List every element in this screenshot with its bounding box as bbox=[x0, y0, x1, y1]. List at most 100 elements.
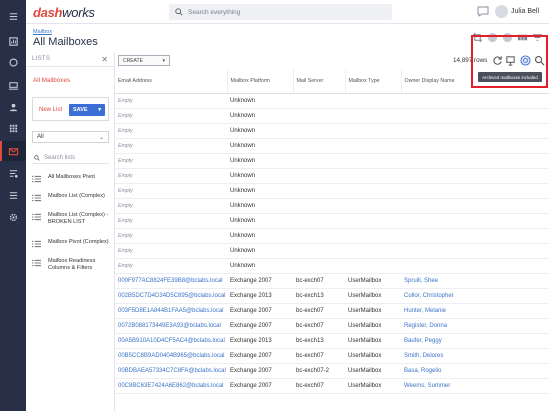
table-row[interactable]: 0072B088173449E3A93@bclabs.local Exchange… bbox=[115, 318, 549, 334]
list-item[interactable]: All Mailboxes Pivot bbox=[32, 174, 112, 183]
table-cell[interactable]: Empty bbox=[115, 108, 227, 124]
table-cell[interactable] bbox=[401, 198, 549, 214]
table-cell[interactable] bbox=[401, 228, 549, 244]
list-filter-select[interactable]: All ⌄ bbox=[32, 131, 109, 143]
global-search-input[interactable] bbox=[188, 8, 378, 16]
column-header[interactable]: Owner Display Name bbox=[401, 69, 549, 94]
table-cell[interactable]: Empty bbox=[115, 228, 227, 244]
table-cell[interactable]: Empty bbox=[115, 93, 227, 109]
table-row[interactable]: Empty Unknown bbox=[115, 198, 549, 214]
table-row[interactable]: Empty Unknown bbox=[115, 258, 549, 274]
app-logo[interactable]: dashworks bbox=[33, 5, 95, 20]
table-cell[interactable]: Spruill, Shee bbox=[401, 273, 549, 289]
table-cell[interactable] bbox=[401, 168, 549, 184]
search-lists[interactable]: Search lists bbox=[32, 152, 109, 164]
create-button[interactable]: CREATE ▾ bbox=[118, 55, 170, 66]
avatar[interactable] bbox=[495, 5, 508, 18]
table-cell[interactable] bbox=[401, 183, 549, 199]
table-cell[interactable]: Empty bbox=[115, 168, 227, 184]
table-cell[interactable] bbox=[401, 153, 549, 169]
table-row[interactable]: Empty Unknown bbox=[115, 138, 549, 154]
table-cell[interactable] bbox=[401, 138, 549, 154]
table-row[interactable]: 00BDBAEA57334C7C8FA@bclabs.local Exchange… bbox=[115, 363, 549, 379]
table-container[interactable]: Email Address Mailbox Platform Mail Serv… bbox=[115, 69, 549, 411]
mail-icon[interactable] bbox=[0, 141, 26, 161]
breadcrumb[interactable]: Mailbox bbox=[33, 29, 52, 35]
table-cell[interactable]: 00C8BC63E7424A6E862@bclabs.local bbox=[115, 378, 227, 394]
table-cell[interactable]: Empty bbox=[115, 258, 227, 274]
table-cell[interactable]: 00B5CC8B9AD0404B965@bclabs.local bbox=[115, 348, 227, 364]
column-header[interactable]: Mailbox Platform bbox=[227, 69, 294, 94]
chat-icon[interactable] bbox=[477, 6, 489, 17]
table-row[interactable]: Empty Unknown bbox=[115, 213, 549, 229]
list-item[interactable]: Mailbox Pivot (Complex) bbox=[32, 239, 112, 248]
table-cell[interactable]: Empty bbox=[115, 243, 227, 259]
table-cell[interactable]: Hunter, Melanie bbox=[401, 303, 549, 319]
table-cell[interactable]: Empty bbox=[115, 198, 227, 214]
table-cell bbox=[293, 243, 345, 259]
table-cell[interactable] bbox=[401, 213, 549, 229]
table-row[interactable]: Empty Unknown bbox=[115, 228, 549, 244]
table-row[interactable]: Empty Unknown bbox=[115, 168, 549, 184]
table-row[interactable]: 003F5D8E1A844B1FAA5@bclabs.local Exchange… bbox=[115, 303, 549, 319]
table-cell[interactable]: 002B5DC7D4D34D5C895@bclabs.local bbox=[115, 288, 227, 304]
table-row[interactable]: 00C8BC63E7424A6E862@bclabs.local Exchange… bbox=[115, 378, 549, 394]
table-cell[interactable]: Empty bbox=[115, 153, 227, 169]
dashboard-icon[interactable] bbox=[0, 31, 26, 51]
settings-icon[interactable] bbox=[0, 207, 26, 227]
list-item[interactable]: Mailbox List (Complex) - BROKEN LIST bbox=[32, 212, 112, 226]
column-header[interactable]: Mailbox Type bbox=[345, 69, 402, 94]
table-row[interactable]: Empty Unknown bbox=[115, 153, 549, 169]
table-cell: UserMailbox bbox=[345, 303, 401, 319]
table-row[interactable]: Empty Unknown bbox=[115, 93, 549, 109]
column-header[interactable]: Mail Server bbox=[293, 69, 346, 94]
table-cell: Unknown bbox=[227, 93, 293, 109]
list-item[interactable]: Mailbox Readiness Columns & Filters bbox=[32, 258, 112, 272]
user-icon[interactable] bbox=[0, 97, 26, 117]
table-cell[interactable]: Empty bbox=[115, 138, 227, 154]
table-cell bbox=[345, 198, 401, 214]
apps-grid-icon[interactable] bbox=[0, 118, 26, 138]
table-row[interactable]: 000F977AC8824FE39B8@bclabs.local Exchange… bbox=[115, 273, 549, 289]
table-cell[interactable]: Collor, Christopher bbox=[401, 288, 549, 304]
list-icon[interactable] bbox=[0, 185, 26, 205]
list-all-mailboxes[interactable]: All Mailboxes bbox=[33, 77, 70, 84]
table-cell[interactable]: 00BDBAEA57334C7C8FA@bclabs.local bbox=[115, 363, 227, 379]
table-cell[interactable]: Basa, Rogelio bbox=[401, 363, 549, 379]
save-button[interactable]: SAVE ▾ bbox=[69, 104, 105, 116]
table-cell[interactable]: Baufer, Peggy bbox=[401, 333, 549, 349]
table-cell[interactable]: Weems, Summer bbox=[401, 378, 549, 394]
table-row[interactable]: Empty Unknown bbox=[115, 108, 549, 124]
table-cell[interactable]: Empty bbox=[115, 183, 227, 199]
column-header[interactable]: Email Address bbox=[115, 69, 228, 94]
table-cell[interactable]: Empty bbox=[115, 123, 227, 139]
new-list-label[interactable]: New List bbox=[39, 107, 62, 113]
user-name[interactable]: Julia Bell bbox=[511, 8, 539, 15]
table-cell[interactable] bbox=[401, 243, 549, 259]
table-cell[interactable]: Register, Donna bbox=[401, 318, 549, 334]
table-cell[interactable]: Empty bbox=[115, 213, 227, 229]
table-cell[interactable] bbox=[401, 123, 549, 139]
table-cell[interactable]: 0072B088173449E3A93@bclabs.local bbox=[115, 318, 227, 334]
table-cell[interactable] bbox=[401, 93, 549, 109]
table-row[interactable]: 00B5CC8B9AD0404B965@bclabs.local Exchange… bbox=[115, 348, 549, 364]
table-cell[interactable]: Smith, Delores bbox=[401, 348, 549, 364]
table-row[interactable]: Empty Unknown bbox=[115, 243, 549, 259]
table-cell[interactable]: 00A5B910A10D4CF5AC4@bclabs.local bbox=[115, 333, 227, 349]
close-icon[interactable]: ✕ bbox=[101, 55, 108, 64]
table-row[interactable]: 002B5DC7D4D34D5C895@bclabs.local Exchange… bbox=[115, 288, 549, 304]
tasks-icon[interactable] bbox=[0, 163, 26, 183]
table-cell[interactable] bbox=[401, 108, 549, 124]
table-row[interactable]: Empty Unknown bbox=[115, 183, 549, 199]
table-row[interactable]: Empty Unknown bbox=[115, 123, 549, 139]
table-cell[interactable]: 000F977AC8824FE39B8@bclabs.local bbox=[115, 273, 227, 289]
list-item[interactable]: Mailbox List (Complex) bbox=[32, 193, 112, 202]
device-icon[interactable] bbox=[0, 75, 26, 95]
menu-icon[interactable] bbox=[0, 6, 26, 26]
global-search[interactable] bbox=[169, 4, 392, 20]
table-cell[interactable]: 003F5D8E1A844B1FAA5@bclabs.local bbox=[115, 303, 227, 319]
table-cell[interactable] bbox=[401, 258, 549, 274]
table-row[interactable]: 00A5B910A10D4CF5AC4@bclabs.local Exchange… bbox=[115, 333, 549, 349]
table-cell bbox=[293, 258, 345, 274]
refresh-nav-icon[interactable] bbox=[0, 52, 26, 72]
